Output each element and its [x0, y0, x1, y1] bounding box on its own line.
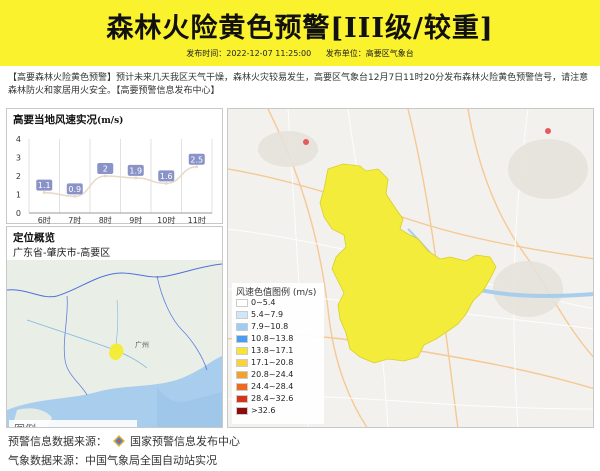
weather-source-line: 气象数据来源：中国气象局全国自动站实况 [8, 454, 217, 467]
data-point [73, 194, 77, 198]
color-legend-item: 24.4~28.4 [236, 382, 293, 392]
color-legend-item: 10.8~13.8 [236, 334, 293, 344]
color-legend-item: >32.6 [236, 406, 276, 416]
overview-map-canvas [7, 260, 222, 427]
warning-source-line: 预警信息数据来源： 国家预警信息发布中心 [8, 435, 240, 448]
x-tick-label: 10时 [157, 215, 175, 225]
warning-center-logo-icon [112, 435, 125, 447]
location-panel: 定位概览 广东省-肇庆市-高要区 广州 图例 国界 [6, 226, 223, 428]
data-label: 2.5 [190, 155, 203, 164]
overview-city-label: 广州 [135, 341, 149, 349]
y-tick-label: 4 [16, 135, 21, 144]
data-point [195, 165, 199, 169]
y-tick-label: 2 [16, 172, 21, 181]
color-legend-item: 0~5.4 [236, 298, 276, 308]
location-path: 广东省-肇庆市-高要区 [13, 248, 111, 259]
color-legend-item: 20.8~24.4 [236, 370, 293, 380]
overview-legend: 图例 国界 省界 [9, 420, 137, 427]
data-point [42, 191, 46, 195]
data-label: 0.9 [68, 185, 81, 194]
data-label: 2 [103, 165, 108, 174]
x-tick-label: 8时 [99, 215, 112, 225]
warning-description: 【高要森林火险黄色预警】预计未来几天我区天气干燥，森林火灾较易发生，高要区气象台… [8, 73, 589, 96]
color-legend-item: 13.8~17.1 [236, 346, 293, 356]
y-tick-label: 1 [16, 191, 21, 200]
data-label: 1.6 [160, 172, 173, 181]
warning-header: 森林火险黄色预警[III级/较重] 发布时间：2022-12-07 11:25:… [0, 0, 600, 66]
publish-meta: 发布时间：2022-12-07 11:25:00 发布单位：高要区气象台 [0, 48, 600, 59]
wind-chart: 0 1 2 3 4 1.1 0.9 2 1.9 1.6 2.5 6时 7时 8时 9时 10时 11时 [16, 135, 213, 225]
weather-source-value: 中国气象局全国自动站实况 [85, 454, 217, 467]
overview-map[interactable]: 广州 图例 国界 省界 [7, 260, 222, 427]
color-legend-title: 风速色值图例 (m/s) [236, 288, 317, 298]
x-tick-label: 7时 [68, 215, 81, 225]
color-legend-item: 28.4~32.6 [236, 394, 293, 404]
wind-color-legend: 风速色值图例 (m/s) 0~5.4 5.4~7.9 7.9~10.8 10.8… [232, 283, 324, 424]
data-label: 1.9 [129, 166, 142, 175]
color-legend-item: 7.9~10.8 [236, 322, 288, 332]
page-title: 森林火险黄色预警[III级/较重] [106, 13, 494, 44]
x-tick-label: 9时 [129, 215, 142, 225]
x-tick-label: 11时 [188, 215, 206, 225]
x-tick-label: 6时 [38, 215, 51, 225]
data-point [134, 176, 138, 180]
color-legend-item: 17.1~20.8 [236, 358, 293, 368]
overview-legend-title: 图例 [14, 421, 36, 427]
location-title: 定位概览 [13, 232, 55, 244]
y-tick-label: 0 [16, 209, 21, 218]
warning-source-link[interactable]: 国家预警信息发布中心 [130, 435, 240, 448]
publisher: 发布单位：高要区气象台 [325, 49, 414, 58]
y-tick-label: 3 [16, 154, 21, 163]
publish-time: 发布时间：2022-12-07 11:25:00 [186, 49, 312, 58]
data-label: 1.1 [38, 181, 51, 190]
data-point [103, 174, 107, 178]
data-point [164, 181, 168, 185]
wind-panel: 高要当地风速实况(m/s) 0 1 2 3 4 1.1 0.9 2 1.9 1.6 2.5 6时 7时 8… [6, 108, 223, 225]
color-legend-item: 5.4~7.9 [236, 310, 283, 320]
